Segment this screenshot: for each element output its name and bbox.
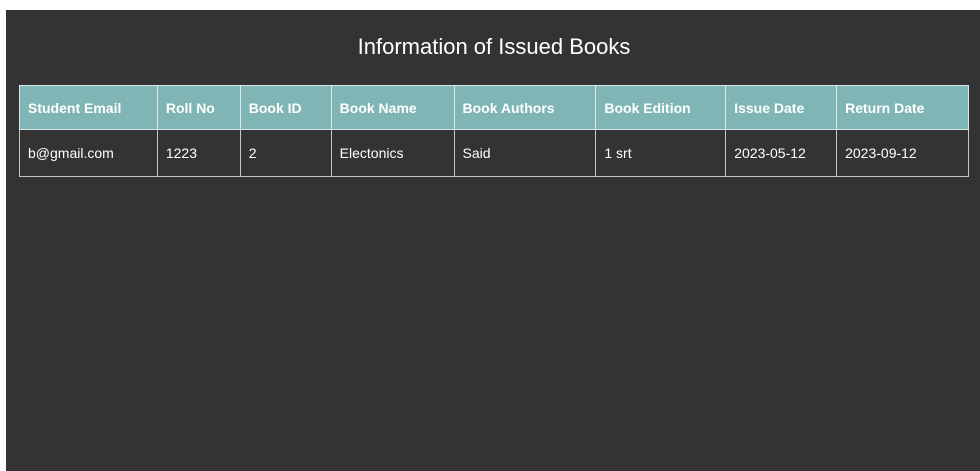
cell-roll-no: 1223 <box>156 129 241 177</box>
cell-book-edition: 1 srt <box>595 129 727 177</box>
cell-student-email: b@gmail.com <box>19 129 158 177</box>
column-header-roll-no: Roll No <box>156 85 241 130</box>
cell-book-name: Electonics <box>330 129 455 177</box>
cell-book-id: 2 <box>239 129 332 177</box>
column-header-issue-date: Issue Date <box>725 85 838 130</box>
table-header-row: Student Email Roll No Book ID Book Name … <box>19 85 969 130</box>
cell-return-date: 2023-09-12 <box>836 129 969 177</box>
column-header-book-name: Book Name <box>330 85 455 130</box>
column-header-book-authors: Book Authors <box>453 85 597 130</box>
cell-book-authors: Said <box>453 129 597 177</box>
issued-books-table: Student Email Roll No Book ID Book Name … <box>19 85 969 177</box>
page-title: Information of Issued Books <box>357 34 631 59</box>
column-header-book-id: Book ID <box>239 85 332 130</box>
column-header-student-email: Student Email <box>19 85 158 130</box>
column-header-return-date: Return Date <box>836 85 969 130</box>
table-row: b@gmail.com 1223 2 Electonics Said 1 srt… <box>19 129 969 177</box>
content-panel <box>6 10 980 471</box>
cell-issue-date: 2023-05-12 <box>725 129 838 177</box>
column-header-book-edition: Book Edition <box>595 85 727 130</box>
